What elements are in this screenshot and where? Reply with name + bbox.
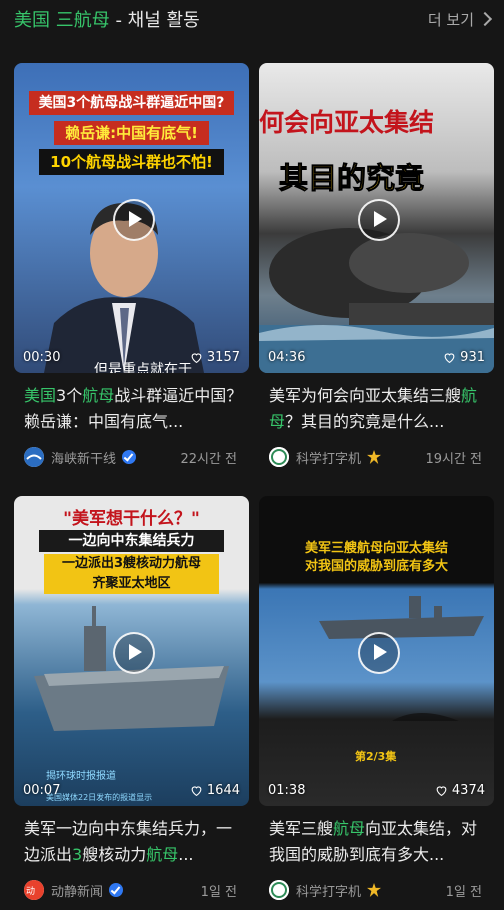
likes-value: 4374 — [451, 783, 485, 798]
title-text: 艘核动力 — [82, 845, 147, 864]
channel-name[interactable]: 科学打字机 — [296, 881, 361, 900]
gold-badge-icon — [367, 450, 382, 464]
video-card[interactable]: 美国3个航母战斗群逼近中国? 赖岳谦:中国有底气! 10个航母战斗群也不怕! 但… — [14, 63, 249, 467]
title-text: 美军为何会向亚太集结三艘 — [269, 386, 462, 405]
channel-row[interactable]: 海峡新干线 22시간 전 — [14, 447, 249, 467]
video-title[interactable]: 美军为何会向亚太集结三艘航母？其目的究竟是什么... — [259, 383, 494, 435]
title-highlight: 航母 — [333, 819, 366, 838]
thumb-caption: 10个航母战斗群也不怕! — [39, 149, 224, 175]
video-title[interactable]: 美军三艘航母向亚太集结，对我国的威胁到底有多大... — [259, 816, 494, 868]
thumb-caption: 但是重点就在于 — [94, 362, 192, 373]
thumb-caption: "美军想干什么？" — [63, 509, 200, 529]
like-count: 4374 — [435, 783, 485, 798]
like-count: 1644 — [190, 783, 240, 798]
video-card[interactable]: 美军三艘航母向亚太集结 对我国的威胁到底有多大 第2/3集 01:38 4374 … — [259, 496, 494, 900]
channel-name[interactable]: 科学打字机 — [296, 448, 361, 467]
heart-icon — [191, 786, 202, 797]
video-thumbnail[interactable]: 美军三艘航母向亚太集结 对我国的威胁到底有多大 第2/3集 01:38 4374 — [259, 496, 494, 806]
ship-image — [34, 606, 229, 731]
channel-name[interactable]: 海峡新干线 — [51, 448, 116, 467]
gold-badge-icon — [367, 883, 382, 897]
svg-text:动: 动 — [26, 886, 35, 897]
channel-row[interactable]: 动 动静新闻 1일 전 — [14, 880, 249, 900]
video-card[interactable]: "美军想干什么？" 一边向中东集结兵力 一边派出3艘核动力航母 齐聚亚太地区 揭环… — [14, 496, 249, 900]
video-duration: 00:30 — [23, 350, 61, 365]
thumb-caption: 何会向亚太集结 — [259, 108, 435, 137]
like-count: 931 — [443, 350, 485, 365]
thumb-caption: 一边派出3艘核动力航母 齐聚亚太地区 — [44, 554, 219, 594]
play-icon[interactable] — [112, 632, 155, 674]
channel-header: 美国 三航母 - 채널 활동 더 보기 — [14, 0, 494, 38]
title-text: ？其目的究竟是什么... — [285, 412, 445, 431]
likes-value: 931 — [460, 350, 485, 365]
thumb-caption: 其目的究竟 — [278, 161, 425, 196]
video-thumbnail[interactable]: 美国3个航母战斗群逼近中国? 赖岳谦:中国有底气! 10个航母战斗群也不怕! 但… — [14, 63, 249, 373]
title-suffix: - 채널 활동 — [109, 10, 200, 31]
title-keyword-2: 三航母 — [55, 10, 110, 31]
verified-icon — [109, 883, 124, 897]
heart-icon — [444, 353, 455, 364]
thumb-caption: 揭环球时报报道 — [46, 771, 116, 782]
heart-icon — [191, 353, 202, 364]
post-time: 19시간 전 — [425, 451, 482, 467]
video-thumbnail[interactable]: 何会向亚太集结 其目的究竟 04:36 931 — [259, 63, 494, 373]
thumb-caption: 第2/3集 — [355, 750, 397, 763]
channel-name[interactable]: 动静新闻 — [51, 881, 103, 900]
video-duration: 00:07 — [23, 783, 61, 798]
video-thumbnail[interactable]: "美军想干什么？" 一边向中东集结兵力 一边派出3艘核动力航母 齐聚亚太地区 揭环… — [14, 496, 249, 806]
video-duration: 01:38 — [268, 783, 306, 798]
title-highlight: 美国 — [24, 386, 57, 405]
channel-title: 美国 三航母 - 채널 활동 — [14, 6, 200, 32]
title-keyword-1: 美国 — [14, 10, 50, 31]
more-label: 더 보기 — [427, 10, 474, 29]
title-text: 3个 — [56, 386, 83, 405]
video-title[interactable]: 美军一边向中东集结兵力，一边派出3艘核动力航母... — [14, 816, 249, 868]
play-icon[interactable] — [112, 199, 155, 241]
title-highlight: 航母 — [146, 845, 179, 864]
title-text: ... — [178, 845, 194, 864]
post-time: 1일 전 — [200, 884, 237, 900]
thumb-caption: 一边向中东集结兵力 — [39, 530, 224, 552]
video-title[interactable]: 美国3个航母战斗群逼近中国？赖岳谦：中国有底气... — [14, 383, 249, 435]
thumb-caption: 赖岳谦:中国有底气! — [54, 121, 209, 145]
video-duration: 04:36 — [268, 350, 306, 365]
likes-value: 1644 — [206, 783, 240, 798]
heart-icon — [436, 786, 447, 797]
post-time: 1일 전 — [445, 884, 482, 900]
play-icon[interactable] — [357, 199, 400, 241]
title-highlight: 航母 — [82, 386, 115, 405]
verified-icon — [122, 450, 137, 464]
thumb-caption: 美国媒体22日发布的报道显示 — [46, 793, 153, 802]
more-button[interactable]: 더 보기 — [428, 9, 494, 30]
thumb-caption: 美国3个航母战斗群逼近中国? — [29, 91, 234, 115]
channel-row[interactable]: 科学打字机 19시간 전 — [259, 447, 494, 467]
play-icon[interactable] — [357, 632, 400, 674]
like-count: 3157 — [190, 350, 240, 365]
likes-value: 3157 — [206, 350, 240, 365]
video-card[interactable]: 何会向亚太集结 其目的究竟 04:36 931 美军为何会向亚太集结三艘航母？其… — [259, 63, 494, 467]
channel-avatar[interactable]: 动 — [24, 880, 44, 900]
channel-avatar[interactable] — [269, 447, 289, 467]
title-highlight: 3 — [72, 845, 83, 864]
channel-row[interactable]: 科学打字机 1일 전 — [259, 880, 494, 900]
chevron-right-icon — [477, 11, 493, 27]
channel-avatar[interactable] — [269, 880, 289, 900]
thumb-caption: 美军三艘航母向亚太集结 对我国的威胁到底有多大 — [304, 541, 448, 574]
title-text: 美军三艘 — [269, 819, 334, 838]
channel-avatar[interactable] — [24, 447, 44, 467]
post-time: 22시간 전 — [180, 451, 237, 467]
